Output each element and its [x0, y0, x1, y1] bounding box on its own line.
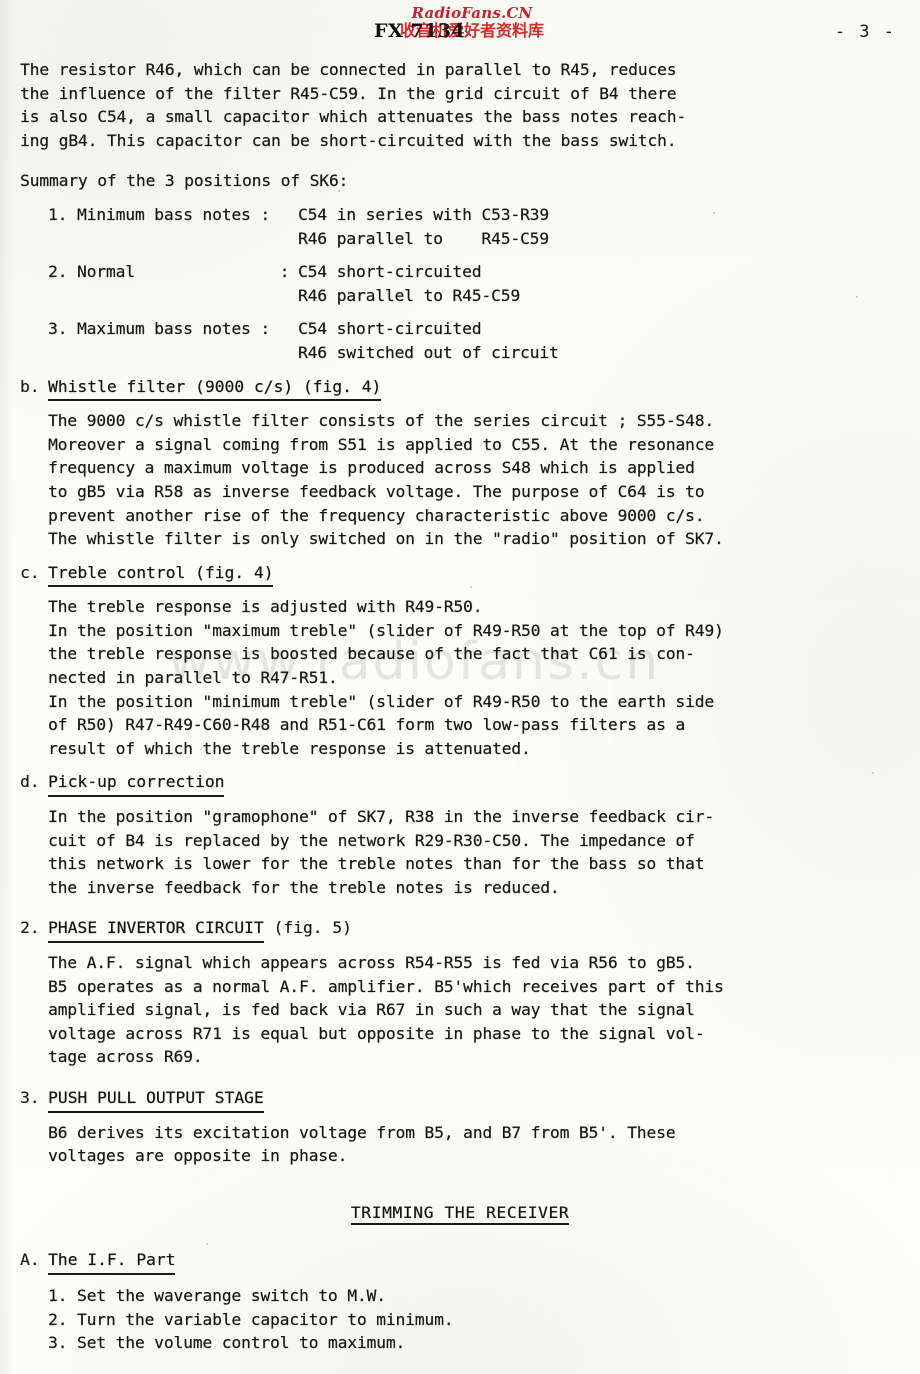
scanned-document-page: www.radiofans.cn RadioFans.CN 收音机爱好者资料库 …	[0, 0, 920, 1374]
text-line: B5 operates as a normal A.F. amplifier. …	[48, 976, 724, 996]
section-marker: b.	[20, 376, 40, 396]
section-heading-row: d. Pick-up correction	[0, 770, 920, 798]
step-line: 1. Set the waverange switch to M.W.	[48, 1285, 386, 1305]
text-line: amplified signal, is fed back via R67 in…	[48, 1000, 695, 1020]
text-line: to gB5 via R58 as inverse feedback volta…	[48, 481, 705, 501]
section-if-part: A. The I.F. Part 1. Set the waverange sw…	[0, 1248, 920, 1354]
summary-item-value: C54 short-circuited	[298, 319, 482, 339]
trimming-title-text: TRIMMING THE RECEIVER	[350, 1202, 570, 1225]
text-line: cuit of B4 is replaced by the network R2…	[48, 830, 695, 850]
section-treble-control: c. Treble control (fig. 4) The treble re…	[0, 561, 920, 761]
text-line: Moreover a signal coming from S51 is app…	[48, 434, 714, 454]
text-line: this network is lower for the treble not…	[48, 854, 705, 874]
section-heading: PHASE INVERTOR CIRCUIT	[48, 916, 264, 943]
summary-item-value: R46 parallel to R45-C59	[298, 285, 520, 305]
section-heading: PUSH PULL OUTPUT STAGE	[48, 1086, 264, 1113]
text-line: voltages are opposite in phase.	[48, 1146, 348, 1166]
text-line: In the position "minimum treble" (slider…	[48, 691, 714, 711]
trimming-title: TRIMMING THE RECEIVER	[0, 1201, 920, 1225]
summary-item-1: 1. Minimum bass notes : C54 in series wit…	[0, 203, 920, 250]
summary-item-value: R46 parallel to R45-C59	[298, 228, 549, 248]
section-phase-invertor-circuit: 2. PHASE INVERTOR CIRCUIT (fig. 5) The A…	[0, 916, 920, 1069]
text-line: The whistle filter is only switched on i…	[48, 529, 724, 549]
summary-lead: Summary of the 3 positions of SK6:	[20, 171, 349, 191]
section-pickup-correction: d. Pick-up correction In the position "g…	[0, 770, 920, 899]
section-whistle-filter: b. Whistle filter (9000 c/s) (fig. 4) Th…	[0, 375, 920, 551]
section-heading: Treble control (fig. 4)	[48, 561, 274, 588]
summary-item-label: 2. Normal :	[48, 262, 290, 282]
text-line: the influence of the filter R45-C59. In …	[20, 83, 677, 103]
section-heading-row: b. Whistle filter (9000 c/s) (fig. 4)	[0, 375, 920, 402]
model-number-stamp: FX 7134	[374, 20, 466, 42]
text-line: B6 derives its excitation voltage from B…	[48, 1122, 676, 1142]
section-heading-row: A. The I.F. Part	[0, 1248, 920, 1275]
section-heading: Pick-up correction	[48, 770, 225, 798]
step-line: 3. Set the volume control to maximum.	[48, 1333, 406, 1353]
text-line: frequency a maximum voltage is produced …	[48, 458, 695, 478]
section-marker: 2.	[20, 918, 40, 938]
text-line: The treble response is adjusted with R49…	[48, 597, 483, 617]
section-heading-row: 2. PHASE INVERTOR CIRCUIT (fig. 5)	[0, 916, 920, 943]
summary-item-label: 1. Minimum bass notes :	[48, 204, 270, 224]
text-line: In the position "gramophone" of SK7, R38…	[48, 807, 714, 827]
section-marker: A.	[20, 1250, 40, 1270]
summary-item-value: C54 short-circuited	[298, 262, 482, 282]
text-line: the inverse feedback for the treble note…	[48, 877, 560, 897]
text-line: The A.F. signal which appears across R54…	[48, 953, 695, 972]
text-line: the treble response is boosted because o…	[48, 644, 695, 664]
text-line: In the position "maximum treble" (slider…	[48, 620, 724, 640]
section-marker: c.	[20, 562, 40, 582]
summary-item-3: 3. Maximum bass notes : C54 short-circuit…	[0, 317, 920, 364]
section-heading: Whistle filter (9000 c/s) (fig. 4)	[48, 375, 382, 402]
text-line: ing gB4. This capacitor can be short-cir…	[20, 130, 677, 150]
section-push-pull-output-stage: 3. PUSH PULL OUTPUT STAGE B6 derives its…	[0, 1086, 920, 1168]
text-line: The 9000 c/s whistle filter consists of …	[48, 411, 714, 431]
step-line: 2. Turn the variable capacitor to minimu…	[48, 1309, 454, 1329]
page-number: - 3 -	[834, 22, 896, 42]
text-line: result of which the treble response is a…	[48, 738, 531, 758]
page-header: RadioFans.CN 收音机爱好者资料库 FX 7134 - 3 -	[0, 0, 920, 58]
text-line: nected in parallel to R47-R51.	[48, 668, 338, 688]
text-line: The resistor R46, which can be connected…	[20, 60, 677, 79]
section-heading-tail: (fig. 5)	[263, 918, 352, 938]
section-marker: d.	[20, 772, 40, 792]
summary-item-value: C54 in series with C53-R39	[298, 204, 549, 224]
summary-item-label: 3. Maximum bass notes :	[48, 319, 270, 339]
section-heading: The I.F. Part	[48, 1248, 176, 1275]
section-heading-row: 3. PUSH PULL OUTPUT STAGE	[0, 1086, 920, 1113]
summary-item-value: R46 switched out of circuit	[298, 342, 559, 362]
watermark-group: RadioFans.CN 收音机爱好者资料库 FX 7134	[352, 4, 592, 41]
text-line: of R50) R47-R49-C60-R48 and R51-C61 form…	[48, 715, 686, 735]
text-line: is also C54, a small capacitor which att…	[20, 107, 686, 127]
summary-item-2: 2. Normal : C54 short-circuited R46 paral…	[0, 260, 920, 307]
text-line: prevent another rise of the frequency ch…	[48, 505, 705, 525]
radiofans-watermark-latin: RadioFans.CN	[411, 4, 533, 22]
section-marker: 3.	[20, 1087, 40, 1107]
intro-paragraph: The resistor R46, which can be connected…	[0, 58, 920, 152]
section-heading-row: c. Treble control (fig. 4)	[0, 561, 920, 588]
text-line: voltage across R71 is equal but opposite…	[48, 1023, 705, 1043]
document-body: The resistor R46, which can be connected…	[0, 58, 920, 1355]
text-line: tage across R69.	[48, 1047, 203, 1067]
